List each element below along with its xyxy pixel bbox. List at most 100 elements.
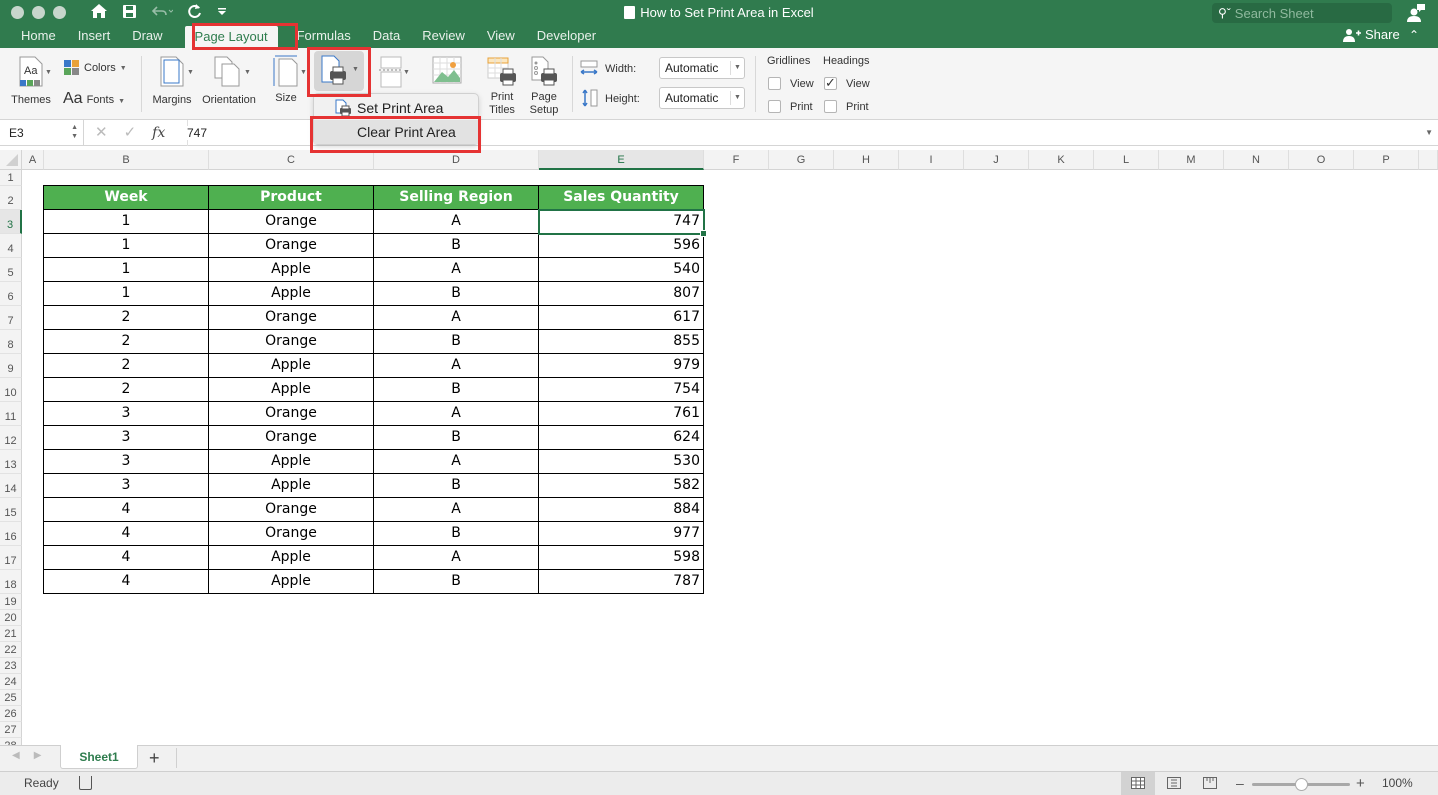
table-cell[interactable]: 884 [539, 498, 704, 522]
row-header-21[interactable]: 21 [0, 626, 22, 642]
table-cell[interactable]: Apple [209, 546, 374, 570]
next-sheet-icon[interactable]: ▶ [34, 750, 42, 761]
spreadsheet-grid[interactable]: A B C D E F G H I J K L M N O P 1 2 3 4 5 6 7 8 9 10 11 12 13 14 15 16 1… [0, 150, 1438, 754]
column-header-i[interactable]: I [899, 150, 964, 170]
width-select[interactable]: Automatic ▼ [659, 57, 745, 79]
column-header-b[interactable]: B [44, 150, 209, 170]
column-header-o[interactable]: O [1289, 150, 1354, 170]
table-header-sales-quantity[interactable]: Sales Quantity [539, 185, 704, 210]
table-cell[interactable]: Apple [209, 258, 374, 282]
select-all-button[interactable] [0, 150, 22, 170]
size-button[interactable]: ▼ Size [268, 54, 307, 105]
row-header-18[interactable]: 18 [0, 570, 22, 594]
table-cell[interactable]: 855 [539, 330, 704, 354]
row-header-24[interactable]: 24 [0, 674, 22, 690]
column-header-e[interactable]: E [539, 150, 704, 170]
table-header-selling-region[interactable]: Selling Region [374, 185, 539, 210]
table-cell[interactable]: 2 [43, 306, 209, 330]
undo-icon[interactable] [151, 4, 173, 18]
table-cell[interactable]: B [374, 570, 539, 594]
tab-page-layout[interactable]: Page Layout [184, 26, 278, 48]
table-cell[interactable]: 1 [43, 234, 209, 258]
row-header-9[interactable]: 9 [0, 354, 22, 378]
print-titles-button[interactable]: Print Titles [484, 56, 520, 117]
table-header-week[interactable]: Week [43, 185, 209, 210]
add-sheet-button[interactable]: + [149, 747, 160, 769]
table-cell[interactable]: Orange [209, 234, 374, 258]
tab-view[interactable]: View [476, 24, 526, 48]
table-cell[interactable]: 3 [43, 402, 209, 426]
row-header-4[interactable]: 4 [0, 234, 22, 258]
row-header-8[interactable]: 8 [0, 330, 22, 354]
zoom-window-button[interactable] [53, 6, 66, 19]
column-header-j[interactable]: J [964, 150, 1029, 170]
breaks-button[interactable]: ▼ [372, 56, 412, 91]
background-button[interactable] [430, 56, 464, 87]
table-cell[interactable]: Apple [209, 282, 374, 306]
page-break-view-button[interactable] [1193, 772, 1227, 795]
sheet-tab-sheet1[interactable]: Sheet1 [60, 745, 138, 769]
table-cell[interactable]: 1 [43, 282, 209, 306]
tab-draw[interactable]: Draw [121, 24, 173, 48]
table-cell[interactable]: Orange [209, 306, 374, 330]
row-header-7[interactable]: 7 [0, 306, 22, 330]
enter-icon[interactable]: ✓ [124, 120, 137, 146]
column-header-d[interactable]: D [374, 150, 539, 170]
table-cell[interactable]: 2 [43, 354, 209, 378]
row-header-19[interactable]: 19 [0, 594, 22, 610]
table-cell[interactable]: B [374, 426, 539, 450]
orientation-button[interactable]: ▼ Orientation [200, 56, 258, 107]
tab-review[interactable]: Review [411, 24, 476, 48]
table-cell[interactable]: B [374, 474, 539, 498]
row-header-22[interactable]: 22 [0, 642, 22, 658]
name-box[interactable]: E3 ▲ ▼ [0, 120, 84, 146]
table-cell[interactable]: 1 [43, 210, 209, 234]
table-cell[interactable]: 624 [539, 426, 704, 450]
table-cell[interactable]: 1 [43, 258, 209, 282]
table-cell[interactable]: A [374, 258, 539, 282]
themes-button[interactable]: Aa ▼ Themes [8, 56, 54, 107]
headings-print-checkbox[interactable] [824, 100, 837, 113]
table-cell[interactable]: 977 [539, 522, 704, 546]
column-header-p[interactable]: P [1354, 150, 1419, 170]
table-cell[interactable]: 4 [43, 498, 209, 522]
menu-item-set-print-area[interactable]: Set Print Area [314, 96, 478, 120]
row-header-23[interactable]: 23 [0, 658, 22, 674]
table-cell[interactable]: 4 [43, 570, 209, 594]
column-header-m[interactable]: M [1159, 150, 1224, 170]
table-cell[interactable]: Apple [209, 474, 374, 498]
gridlines-print-checkbox[interactable] [768, 100, 781, 113]
table-cell[interactable]: 540 [539, 258, 704, 282]
expand-formula-bar-icon[interactable]: ▼ [1425, 120, 1433, 146]
table-cell[interactable]: Orange [209, 522, 374, 546]
table-cell[interactable]: Orange [209, 498, 374, 522]
macro-recording-icon[interactable] [79, 776, 92, 790]
table-cell[interactable]: A [374, 546, 539, 570]
column-header-a[interactable]: A [22, 150, 44, 170]
row-header-2[interactable]: 2 [0, 186, 22, 210]
table-cell[interactable]: 2 [43, 378, 209, 402]
row-header-27[interactable]: 27 [0, 722, 22, 738]
height-select[interactable]: Automatic ▼ [659, 87, 745, 109]
insert-function-icon[interactable]: fx [152, 120, 165, 146]
minimize-window-button[interactable] [32, 6, 45, 19]
table-cell[interactable]: 3 [43, 426, 209, 450]
table-cell[interactable]: Orange [209, 330, 374, 354]
row-header-12[interactable]: 12 [0, 426, 22, 450]
row-header-10[interactable]: 10 [0, 378, 22, 402]
redo-icon[interactable] [187, 3, 203, 19]
table-cell[interactable]: 582 [539, 474, 704, 498]
table-cell[interactable]: B [374, 234, 539, 258]
table-cell[interactable]: Apple [209, 450, 374, 474]
table-cell[interactable]: 747 [539, 210, 704, 234]
formula-input[interactable]: 747 [187, 120, 208, 146]
table-cell[interactable]: A [374, 306, 539, 330]
row-header-13[interactable]: 13 [0, 450, 22, 474]
table-cell[interactable]: B [374, 282, 539, 306]
table-cell[interactable]: 3 [43, 474, 209, 498]
table-cell[interactable]: 787 [539, 570, 704, 594]
column-header-h[interactable]: H [834, 150, 899, 170]
table-cell[interactable]: 761 [539, 402, 704, 426]
home-icon[interactable] [90, 3, 108, 19]
headings-view-checkbox[interactable] [824, 75, 837, 91]
